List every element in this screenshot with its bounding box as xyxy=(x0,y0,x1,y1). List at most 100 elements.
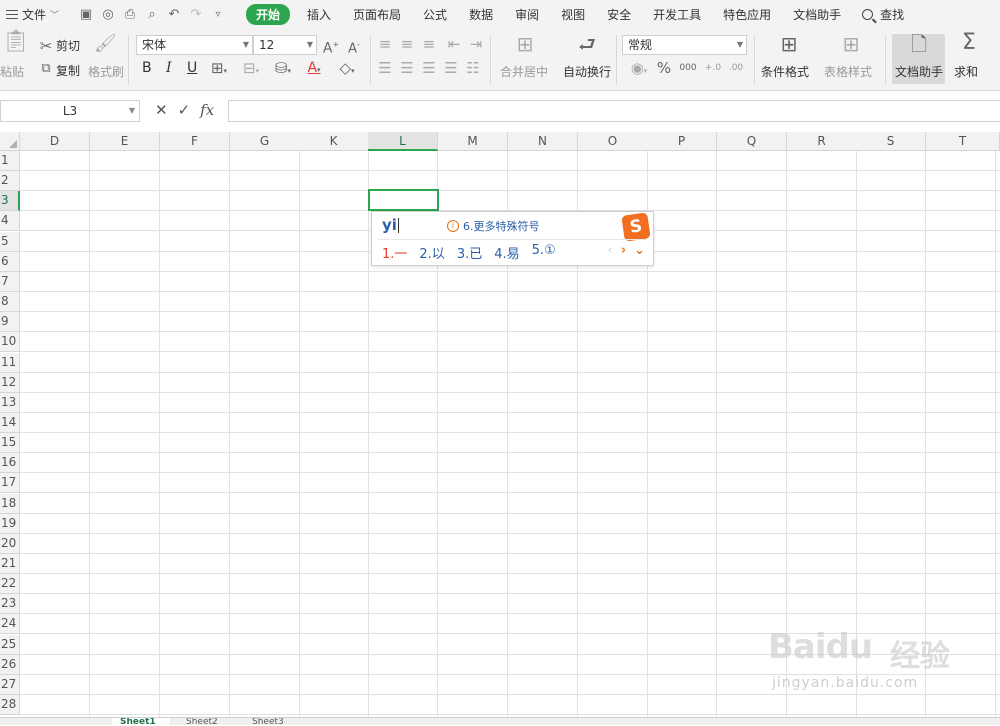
selected-cell-l3[interactable] xyxy=(368,189,439,211)
column-header-r[interactable]: R xyxy=(787,132,857,151)
increase-decimal-icon[interactable]: +.0 xyxy=(703,59,723,77)
row-header-20[interactable]: 20 xyxy=(0,534,20,554)
tab-page-layout[interactable]: 页面布局 xyxy=(342,6,412,23)
format-painter-button[interactable]: 格式刷 xyxy=(88,63,124,80)
row-header-22[interactable]: 22 xyxy=(0,574,20,594)
row-header-25[interactable]: 25 xyxy=(0,635,20,655)
conditional-format-button[interactable]: 条件格式 xyxy=(761,63,809,80)
indent-decrease-icon[interactable]: ⇤ xyxy=(445,35,463,53)
align-right-icon[interactable]: ☰ xyxy=(420,59,438,77)
ime-hint[interactable]: i 6.更多特殊符号 xyxy=(447,218,540,234)
paste-button[interactable]: 粘贴 xyxy=(0,63,24,80)
undo-icon[interactable]: ↶ xyxy=(166,7,182,23)
tab-doc-assistant[interactable]: 文档助手 xyxy=(782,6,852,23)
column-header-g[interactable]: G xyxy=(230,132,300,151)
chevron-right-icon[interactable]: › xyxy=(621,243,626,258)
ime-candidate[interactable]: 3.已 xyxy=(457,243,482,262)
column-header-s[interactable]: S xyxy=(856,132,926,151)
row-header-16[interactable]: 16 xyxy=(0,453,20,473)
redo-icon[interactable]: ↷ xyxy=(188,7,204,23)
row-header-2[interactable]: 2 xyxy=(0,171,20,191)
row-header-15[interactable]: 15 xyxy=(0,433,20,453)
column-header-e[interactable]: E xyxy=(90,132,160,151)
currency-icon[interactable]: ◉▾ xyxy=(626,59,652,80)
save-icon[interactable]: ▣ xyxy=(78,7,94,23)
tab-formulas[interactable]: 公式 xyxy=(412,6,458,23)
sum-icon[interactable]: Σ xyxy=(956,32,982,54)
row-header-17[interactable]: 17 xyxy=(0,473,20,493)
column-header-l[interactable]: L xyxy=(368,132,438,151)
merge-center-icon[interactable]: ⊞ xyxy=(512,34,538,54)
column-header-m[interactable]: M xyxy=(438,132,508,151)
distribute-icon[interactable]: ☷ xyxy=(464,59,482,77)
tab-review[interactable]: 审阅 xyxy=(504,6,550,23)
copy-button[interactable]: 复制 xyxy=(56,62,80,79)
align-center-icon[interactable]: ☰ xyxy=(398,59,416,77)
confirm-icon[interactable]: ✓ xyxy=(178,101,191,119)
tab-insert[interactable]: 插入 xyxy=(296,6,342,23)
row-header-4[interactable]: 4 xyxy=(0,211,20,231)
row-header-21[interactable]: 21 xyxy=(0,554,20,574)
column-header-n[interactable]: N xyxy=(508,132,578,151)
decrease-decimal-icon[interactable]: .00 xyxy=(726,59,746,77)
decrease-font-icon[interactable]: A- xyxy=(345,36,363,58)
paste-icon[interactable]: 📋︎ xyxy=(2,31,30,53)
fill-color-icon[interactable]: ⛁▾ xyxy=(270,59,296,80)
font-name-select[interactable]: 宋体 ▼ xyxy=(136,35,253,55)
row-header-12[interactable]: 12 xyxy=(0,373,20,393)
row-header-14[interactable]: 14 xyxy=(0,413,20,433)
select-all-corner[interactable] xyxy=(0,132,20,151)
font-size-select[interactable]: 12 ▼ xyxy=(253,35,317,55)
row-header-27[interactable]: 27 xyxy=(0,675,20,695)
row-header-7[interactable]: 7 xyxy=(0,272,20,292)
column-header-t[interactable]: T xyxy=(926,132,1000,151)
number-format-select[interactable]: 常规 ▼ xyxy=(622,35,747,55)
row-header-8[interactable]: 8 xyxy=(0,292,20,312)
align-top-icon[interactable]: ≡ xyxy=(376,35,394,53)
tab-security[interactable]: 安全 xyxy=(596,6,642,23)
row-header-28[interactable]: 28 xyxy=(0,695,20,715)
row-header-10[interactable]: 10 xyxy=(0,332,20,352)
table-style-button[interactable]: 表格样式 xyxy=(824,63,872,80)
insert-function-button[interactable]: fx xyxy=(200,101,214,119)
search-button[interactable]: 查找 xyxy=(852,6,904,23)
clear-format-icon[interactable]: ◇▾ xyxy=(334,59,360,80)
row-header-24[interactable]: 24 xyxy=(0,614,20,634)
align-bottom-icon[interactable]: ≡ xyxy=(420,35,438,53)
tab-developer[interactable]: 开发工具 xyxy=(642,6,712,23)
print-icon[interactable]: ⎙ xyxy=(122,7,138,23)
cancel-icon[interactable]: ✕ xyxy=(155,101,168,119)
row-header-5[interactable]: 5 xyxy=(0,232,20,252)
row-header-13[interactable]: 13 xyxy=(0,393,20,413)
row-header-6[interactable]: 6 xyxy=(0,252,20,272)
column-header-o[interactable]: O xyxy=(578,132,648,151)
thousands-icon[interactable]: 000 xyxy=(678,59,698,77)
wrap-text-button[interactable]: 自动换行 xyxy=(563,63,611,80)
fill-pattern-icon[interactable]: ⊟▾ xyxy=(238,59,264,80)
percent-icon[interactable]: % xyxy=(655,59,673,77)
column-header-k[interactable]: K xyxy=(299,132,369,151)
tab-data[interactable]: 数据 xyxy=(458,6,504,23)
row-header-18[interactable]: 18 xyxy=(0,494,20,514)
indent-increase-icon[interactable]: ⇥ xyxy=(467,35,485,53)
merge-center-button[interactable]: 合并居中 xyxy=(500,63,548,80)
row-header-9[interactable]: 9 xyxy=(0,312,20,332)
align-left-icon[interactable]: ☰ xyxy=(376,59,394,77)
italic-button[interactable]: I xyxy=(166,60,172,76)
border-icon[interactable]: ⊞▾ xyxy=(206,59,232,80)
font-color-icon[interactable]: A▾ xyxy=(302,59,326,79)
bold-button[interactable]: B xyxy=(142,60,152,76)
tab-home[interactable]: 开始 xyxy=(246,4,291,25)
file-menu[interactable]: 文件 ﹀ xyxy=(0,6,70,23)
tab-special-apps[interactable]: 特色应用 xyxy=(712,6,782,23)
underline-button[interactable]: U xyxy=(187,60,197,76)
chevron-left-icon[interactable]: ‹ xyxy=(608,243,613,258)
row-header-11[interactable]: 11 xyxy=(0,353,20,373)
row-header-19[interactable]: 19 xyxy=(0,514,20,534)
tab-view[interactable]: 视图 xyxy=(550,6,596,23)
column-header-d[interactable]: D xyxy=(20,132,90,151)
justify-icon[interactable]: ☰ xyxy=(442,59,460,77)
format-icon[interactable]: ◎ xyxy=(100,7,116,23)
customize-icon[interactable]: ▿ xyxy=(210,7,226,23)
ime-candidate[interactable]: 1.一 xyxy=(382,243,407,262)
